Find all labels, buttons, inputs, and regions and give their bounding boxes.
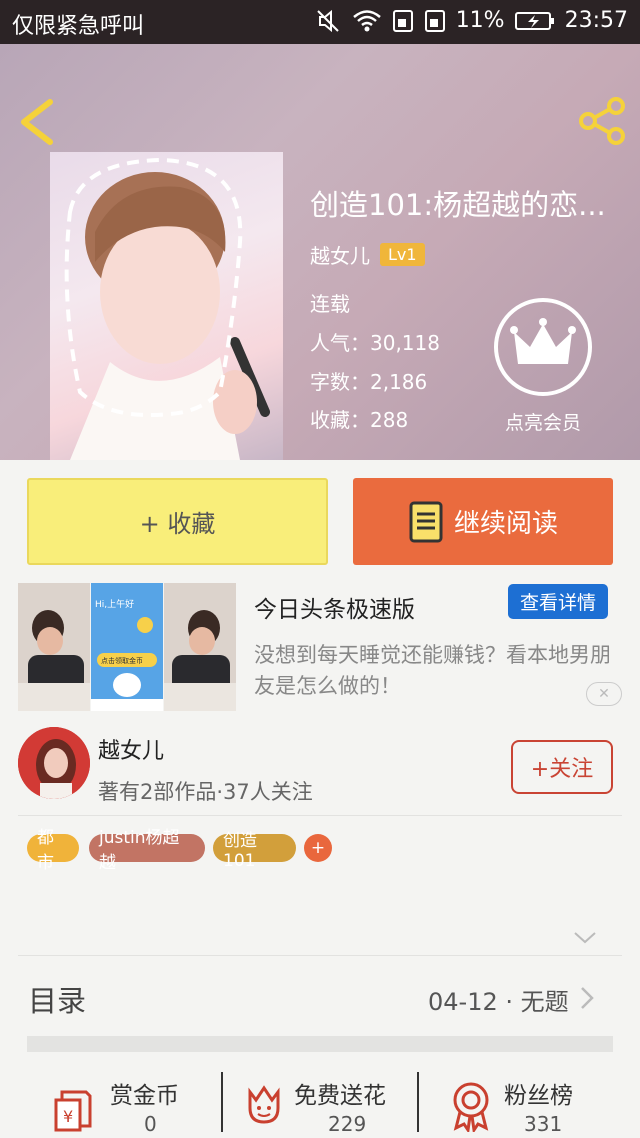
send-flower-button[interactable]: 免费送花 229 [242, 1070, 412, 1138]
send-flower-count: 229 [328, 1112, 367, 1136]
ad-detail-button[interactable]: 查看详情 [508, 584, 608, 619]
book-status: 连载 [310, 292, 350, 316]
author-avatar[interactable] [18, 727, 90, 799]
separator [417, 1072, 419, 1132]
follow-button[interactable]: +关注 [511, 740, 613, 794]
ad-thumb-cta: 点击领取金币 [101, 657, 143, 665]
vip-button[interactable] [494, 298, 592, 396]
vip-label[interactable]: 点亮会员 [476, 408, 610, 435]
book-popularity: 人气：30,118 [310, 331, 440, 355]
sim2-icon [424, 9, 445, 32]
author-stats: 著有2部作品·37人关注 [98, 780, 313, 804]
chevron-right-icon[interactable] [580, 986, 594, 1010]
red-envelope-icon: ¥ [54, 1090, 92, 1132]
book-author[interactable]: 越女儿 [310, 240, 370, 269]
book-favorites: 收藏：288 [310, 408, 409, 432]
add-tag-button[interactable]: + [304, 834, 332, 862]
continue-reading-button[interactable]: 继续阅读 [353, 478, 613, 565]
tag-chuangzao[interactable]: 创造101 [213, 831, 296, 871]
battery-percent: 11% [455, 8, 505, 33]
cover-illustration [64, 157, 270, 460]
toc-latest-chapter[interactable]: 04-12 · 无题 [428, 982, 569, 1017]
ad-photo [164, 583, 236, 711]
toc-title[interactable]: 目录 [28, 978, 86, 1020]
author-name[interactable]: 越女儿 [98, 733, 164, 765]
wifi-icon [352, 9, 381, 31]
separator [221, 1072, 223, 1132]
fan-rank-button[interactable]: 粉丝榜 331 [448, 1070, 618, 1138]
ad-thumbnail-1[interactable] [18, 583, 90, 711]
ad-thumbnail-3[interactable] [164, 583, 236, 711]
fan-rank-label: 粉丝榜 [504, 1083, 573, 1109]
favorite-button[interactable]: + 收藏 [27, 478, 328, 565]
divider [18, 815, 622, 816]
sim-icon [392, 9, 413, 32]
back-icon[interactable] [14, 96, 58, 148]
book-word-count: 字数：2,186 [310, 370, 428, 394]
send-flower-label: 免费送花 [294, 1083, 386, 1109]
continue-reading-label: 继续阅读 [453, 509, 558, 539]
ad-thumb-greeting: Hi,上午好 [95, 600, 135, 610]
book-cover[interactable] [50, 152, 283, 460]
reward-coins-button[interactable]: ¥ 赏金币 0 [52, 1070, 222, 1138]
reward-coins-label: 赏金币 [110, 1083, 179, 1109]
ad-title[interactable]: 今日头条极速版 [254, 590, 415, 624]
fan-rank-count: 331 [524, 1112, 563, 1136]
ad-thumbnail-2[interactable]: Hi,上午好 点击领取金币 [91, 583, 163, 711]
level-badge: Lv1 [380, 243, 425, 266]
expand-chevron-icon[interactable] [572, 930, 598, 946]
toc-progress-bar [27, 1036, 613, 1052]
divider [18, 955, 622, 956]
status-icons: 11% 23:57 [316, 8, 628, 33]
tag-justin[interactable]: justin杨超越 [89, 828, 205, 873]
book-icon [409, 501, 443, 542]
ad-photo [18, 583, 90, 711]
reward-coins-count: 0 [144, 1112, 157, 1136]
status-bar: 仅限紧急呼叫 11% 23:57 [0, 0, 640, 44]
mute-icon [316, 9, 339, 32]
carrier-label: 仅限紧急呼叫 [12, 14, 145, 39]
svg-text:¥: ¥ [63, 1107, 73, 1126]
clock: 23:57 [564, 8, 628, 33]
flower-icon [248, 1085, 280, 1124]
share-icon[interactable] [578, 96, 628, 146]
author-line: 越女儿 Lv1 [310, 240, 425, 269]
ad-close-icon[interactable]: ✕ [586, 682, 622, 706]
battery-charging-icon [514, 11, 554, 30]
crown-icon [510, 318, 576, 364]
avatar-image [18, 727, 90, 799]
ad-description[interactable]: 没想到每天睡觉还能赚钱？看本地男朋友是怎么做的！ [254, 640, 624, 702]
tag-dushi[interactable]: 都市 [27, 828, 79, 873]
medal-icon [453, 1082, 489, 1132]
book-title: 创造101:杨超越的恋... [310, 188, 606, 222]
